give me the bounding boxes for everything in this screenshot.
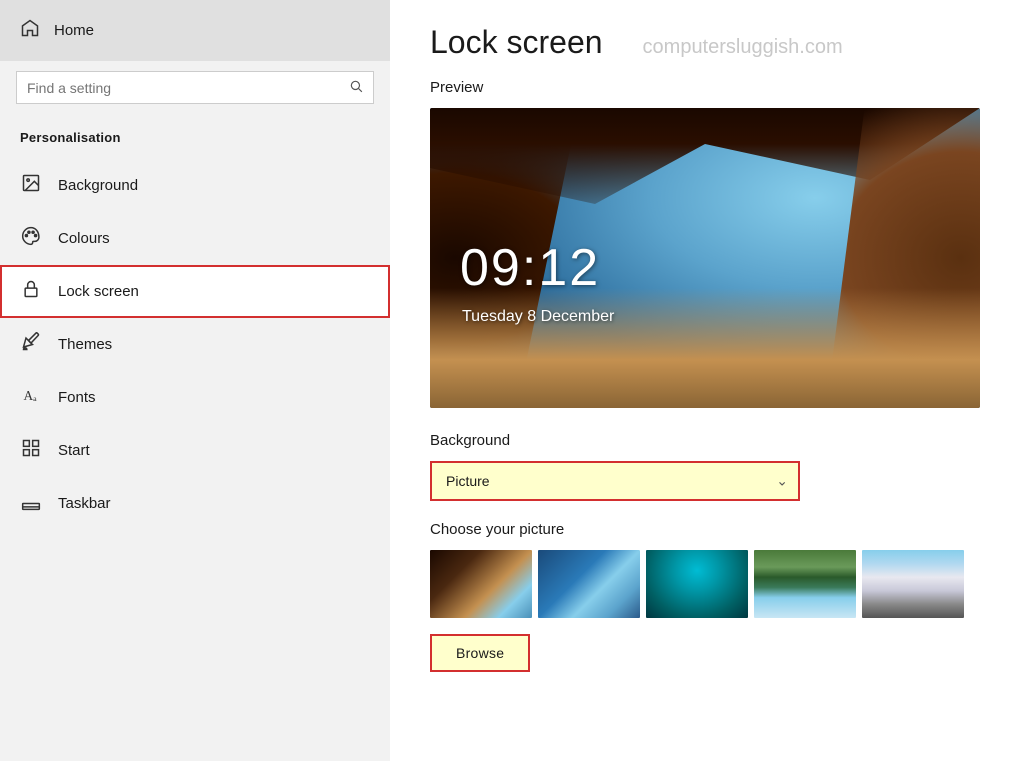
choose-picture-section: Choose your picture Browse — [430, 521, 984, 672]
main-content: Lock screen computersluggish.com Preview… — [390, 0, 1024, 761]
sidebar-item-fonts-label: Fonts — [58, 389, 96, 406]
choose-picture-label: Choose your picture — [430, 521, 984, 538]
sidebar-item-background-label: Background — [58, 177, 138, 194]
browse-button[interactable]: Browse — [430, 634, 530, 672]
picture-thumbnails — [430, 550, 984, 618]
thumbnail-2-image — [538, 550, 640, 618]
preview-container: 09:12 Tuesday 8 December — [430, 108, 980, 408]
preview-label: Preview — [430, 79, 984, 96]
font-icon: Aₐ — [20, 385, 42, 410]
sidebar-item-start-label: Start — [58, 442, 90, 459]
thumbnail-5[interactable] — [862, 550, 964, 618]
svg-text:Aₐ: Aₐ — [24, 388, 38, 403]
personalisation-label: Personalisation — [0, 120, 390, 159]
sidebar-item-taskbar[interactable]: Taskbar — [0, 477, 390, 530]
home-icon — [20, 18, 40, 43]
sidebar-item-lock-screen-label: Lock screen — [58, 283, 139, 300]
home-label: Home — [54, 22, 94, 39]
sidebar-home-button[interactable]: Home — [0, 0, 390, 61]
sidebar-item-fonts[interactable]: Aₐ Fonts — [0, 371, 390, 424]
background-dropdown-wrapper: Windows spotlight Picture Slideshow ⌄ — [430, 461, 800, 501]
thumbnail-1-image — [430, 550, 532, 618]
start-icon — [20, 438, 42, 463]
sidebar-item-colours[interactable]: Colours — [0, 212, 390, 265]
search-container — [0, 61, 390, 120]
palette-icon — [20, 226, 42, 251]
background-section: Background Windows spotlight Picture Sli… — [430, 432, 984, 501]
thumbnail-3-image — [646, 550, 748, 618]
cave-bottom-overlay — [430, 288, 980, 408]
thumbnail-4[interactable] — [754, 550, 856, 618]
thumbnail-2[interactable] — [538, 550, 640, 618]
page-title: Lock screen — [430, 24, 603, 61]
sidebar-item-themes-label: Themes — [58, 336, 112, 353]
background-dropdown[interactable]: Windows spotlight Picture Slideshow — [430, 461, 800, 501]
sidebar-item-taskbar-label: Taskbar — [58, 495, 111, 512]
thumbnail-1[interactable] — [430, 550, 532, 618]
thumbnail-4-image — [754, 550, 856, 618]
preview-time: 09:12 — [460, 238, 600, 298]
preview-date: Tuesday 8 December — [462, 308, 614, 326]
sidebar: Home Personalisation Background — [0, 0, 390, 761]
sidebar-item-background[interactable]: Background — [0, 159, 390, 212]
search-input[interactable] — [27, 80, 349, 96]
thumbnail-3[interactable] — [646, 550, 748, 618]
lock-icon — [20, 279, 42, 304]
background-label: Background — [430, 432, 984, 449]
sidebar-item-lock-screen[interactable]: Lock screen — [0, 265, 390, 318]
taskbar-icon — [20, 491, 42, 516]
page-header: Lock screen computersluggish.com — [430, 24, 984, 61]
search-icon — [349, 79, 363, 96]
brush-icon — [20, 332, 42, 357]
thumbnail-5-image — [862, 550, 964, 618]
image-icon — [20, 173, 42, 198]
sidebar-item-colours-label: Colours — [58, 230, 110, 247]
sidebar-item-start[interactable]: Start — [0, 424, 390, 477]
watermark: computersluggish.com — [643, 36, 843, 59]
sidebar-item-themes[interactable]: Themes — [0, 318, 390, 371]
search-box — [16, 71, 374, 104]
